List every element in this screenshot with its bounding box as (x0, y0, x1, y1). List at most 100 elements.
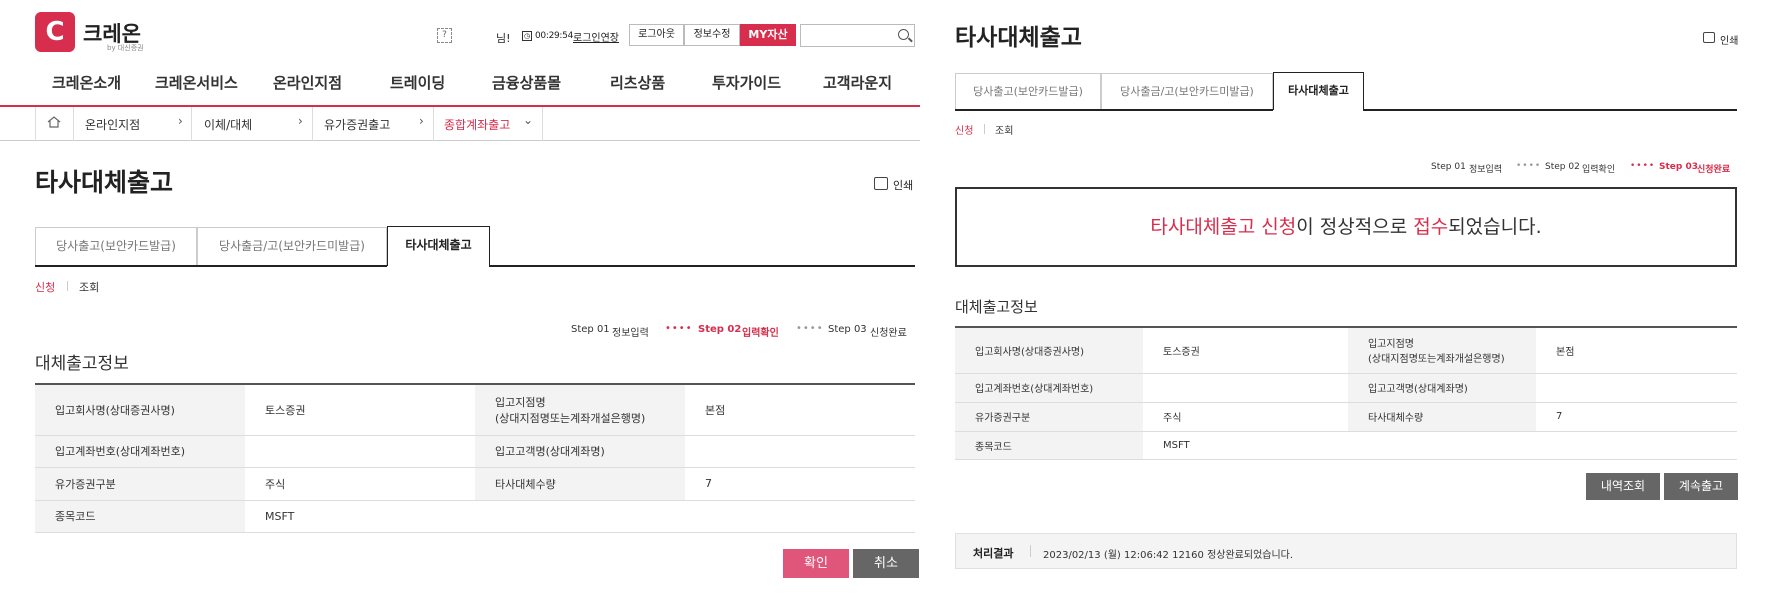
gnb-item[interactable]: 리츠상품 (610, 72, 665, 93)
table-cell: 토스증권 (1143, 326, 1348, 374)
table-row: 입고회사명(상대증권사명) 토스증권 입고지점명 (상대지점명또는계좌개설은행명)… (35, 383, 915, 436)
section-title: 대체출고정보 (35, 354, 129, 374)
table-cell: MSFT (1143, 431, 1737, 460)
subtab-query[interactable]: 조회 (79, 279, 99, 295)
table-row: 종목코드 MSFT (955, 431, 1737, 460)
chevron-right-icon: › (178, 114, 183, 128)
table-header: 입고회사명(상대증권사명) (35, 383, 245, 436)
step2-label: 입력확인 (1582, 165, 1616, 175)
step-progress-dots: •••• (1516, 161, 1542, 171)
extend-login-link[interactable]: 로그인연장 (573, 29, 619, 44)
print-link[interactable]: 인쇄 (1720, 32, 1738, 47)
step1-label: 정보입력 (1469, 165, 1503, 175)
table-cell: 7 (1536, 402, 1737, 432)
table-header: 종목코드 (955, 431, 1143, 460)
print-icon[interactable] (1703, 32, 1715, 43)
step1-number: Step 01 (1431, 162, 1466, 172)
table-cell: 토스증권 (245, 383, 475, 436)
tab-own-nonsecure[interactable]: 당사출금/고(보안카드미발급) (1101, 73, 1273, 110)
table-header: 입고고객명(상대계좌명) (475, 435, 685, 468)
table-cell (245, 435, 475, 468)
table-cell (1143, 373, 1348, 403)
logo-subtitle: by 대신증권 (107, 44, 144, 52)
table-row: 입고계좌번호(상대계좌번호) 입고고객명(상대계좌명) (35, 435, 915, 468)
table-header: 종목코드 (35, 500, 245, 533)
step-progress-dots: •••• (796, 323, 824, 334)
breadcrumb-item[interactable]: 온라인지점 (85, 116, 140, 133)
breadcrumb-item[interactable]: 이체/대체 (204, 116, 252, 133)
table-header: 입고회사명(상대증권사명) (955, 326, 1143, 374)
creon-logo-icon[interactable]: C (35, 12, 75, 52)
section-title: 대체출고정보 (955, 298, 1038, 316)
left-panel: C 크레온 by 대신증권 ? 님! ◷ 00:29:54 로그인연장 로그아웃… (0, 0, 920, 601)
table-cell: 주식 (1143, 402, 1348, 432)
subtab-apply[interactable]: 신청 (35, 279, 55, 295)
table-cell: 본점 (1536, 326, 1737, 374)
session-timer: 00:29:54 (535, 31, 574, 41)
table-cell (685, 435, 915, 468)
transfer-info-table: 입고회사명(상대증권사명) 토스증권 입고지점명 (상대지점명또는계좌개설은행명)… (955, 326, 1737, 460)
logout-button[interactable]: 로그아웃 (629, 24, 684, 46)
table-cell (1536, 373, 1737, 403)
table-row: 입고계좌번호(상대계좌번호) 입고고객명(상대계좌명) (955, 373, 1737, 403)
gnb-item[interactable]: 크레온서비스 (155, 72, 238, 93)
step2-number: Step 02 (698, 324, 742, 335)
table-row: 입고회사명(상대증권사명) 토스증권 입고지점명 (상대지점명또는계좌개설은행명)… (955, 326, 1737, 374)
table-header: 입고지점명 (상대지점명또는계좌개설은행명) (1348, 326, 1536, 374)
step2-label: 입력확인 (742, 328, 779, 339)
tab-transfer-other[interactable]: 타사대체출고 (1273, 72, 1364, 110)
result-message: 2023/02/13 (월) 12:06:42 12160 정상완료되었습니다. (1043, 550, 1294, 561)
print-icon[interactable] (874, 177, 888, 190)
tab-transfer-other[interactable]: 타사대체출고 (387, 226, 490, 266)
subtab-query[interactable]: 조회 (995, 122, 1013, 137)
search-icon[interactable] (898, 29, 909, 40)
table-header: 입고계좌번호(상대계좌번호) (955, 373, 1143, 403)
table-row: 유가증권구분 주식 타사대체수량 7 (35, 467, 915, 501)
table-header: 입고지점명 (상대지점명또는계좌개설은행명) (475, 383, 685, 436)
gnb-item[interactable]: 크레온소개 (52, 72, 121, 93)
table-header: 타사대체수량 (475, 467, 685, 501)
help-icon[interactable]: ? (437, 28, 452, 43)
step2-number: Step 02 (1545, 162, 1580, 172)
gnb-item[interactable]: 고객라운지 (823, 72, 892, 93)
table-header: 타사대체수량 (1348, 402, 1536, 432)
table-header: 유가증권구분 (35, 467, 245, 501)
chevron-down-icon[interactable]: ⌄ (523, 113, 533, 127)
table-row: 유가증권구분 주식 타사대체수량 7 (955, 402, 1737, 432)
gnb-item[interactable]: 금융상품몰 (492, 72, 561, 93)
gnb-item[interactable]: 투자가이드 (712, 72, 781, 93)
edit-info-button[interactable]: 정보수정 (684, 24, 740, 46)
home-icon[interactable] (47, 116, 61, 128)
breadcrumb-current[interactable]: 종합계좌출고 (444, 116, 510, 133)
my-assets-button[interactable]: MY자산 (740, 24, 796, 46)
table-header: 입고계좌번호(상대계좌번호) (35, 435, 245, 468)
table-header: 유가증권구분 (955, 402, 1143, 432)
table-cell: MSFT (245, 500, 915, 533)
tab-own-secure[interactable]: 당사출고(보안카드발급) (35, 227, 197, 266)
table-cell: 주식 (245, 467, 475, 501)
page-title: 타사대체출고 (955, 25, 1082, 51)
table-cell: 본점 (685, 383, 915, 436)
completion-message: 타사대체출고 신청이 정상적으로 접수되었습니다. (955, 187, 1737, 267)
step1-label: 정보입력 (612, 328, 649, 339)
cancel-button[interactable]: 취소 (853, 549, 919, 578)
step3-label: 신청완료 (870, 328, 907, 339)
step-progress-dots: •••• (665, 323, 693, 334)
table-row: 종목코드 MSFT (35, 500, 915, 533)
subtab-apply[interactable]: 신청 (955, 122, 973, 137)
confirm-button[interactable]: 확인 (783, 549, 849, 578)
continue-transfer-button[interactable]: 계속출고 (1664, 473, 1738, 500)
breadcrumb-item[interactable]: 유가증권출고 (324, 116, 390, 133)
user-greeting: 님! (496, 32, 511, 45)
table-header: 입고고객명(상대계좌명) (1348, 373, 1536, 403)
print-link[interactable]: 인쇄 (893, 177, 913, 193)
tab-own-secure[interactable]: 당사출고(보안카드발급) (955, 73, 1101, 110)
history-button[interactable]: 내역조회 (1586, 473, 1660, 500)
gnb-item[interactable]: 온라인지점 (273, 72, 342, 93)
step1-number: Step 01 (571, 324, 610, 335)
table-cell: 7 (685, 467, 915, 501)
gnb-item[interactable]: 트레이딩 (390, 72, 445, 93)
tab-own-nonsecure[interactable]: 당사출금/고(보안카드미발급) (197, 227, 387, 266)
chevron-right-icon: › (298, 114, 303, 128)
result-label: 처리결과 (973, 547, 1014, 560)
